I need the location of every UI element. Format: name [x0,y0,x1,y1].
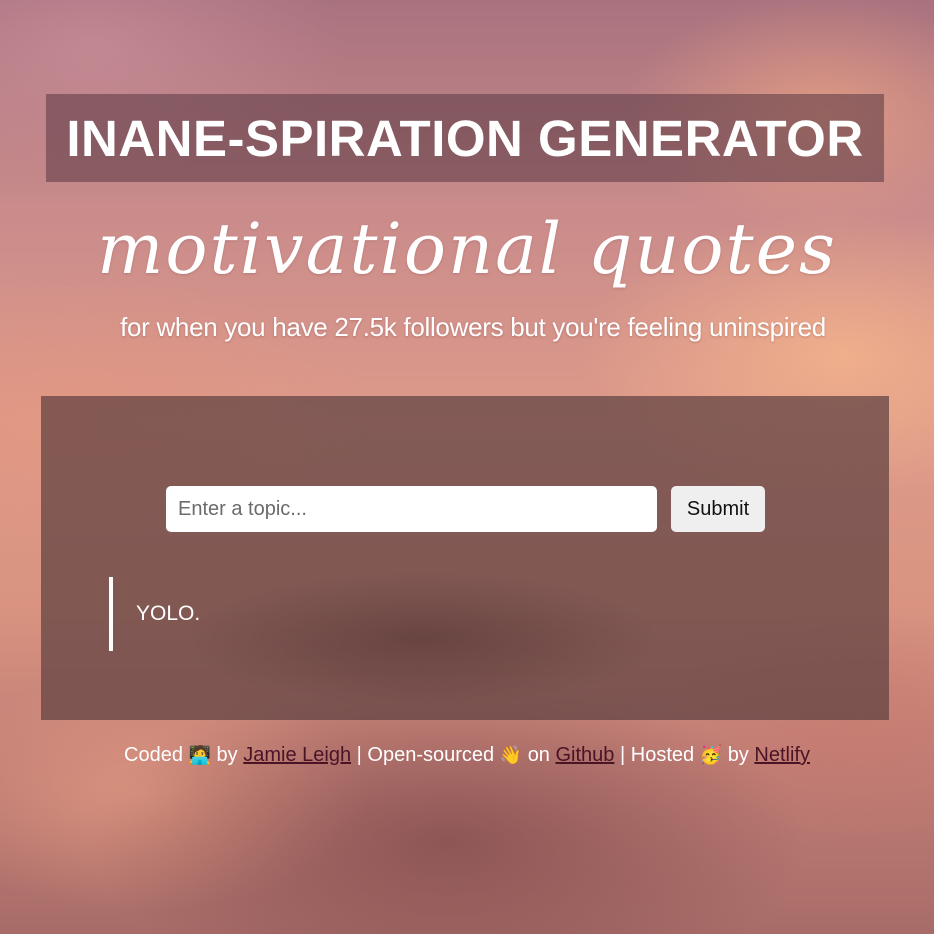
quote-block: YOLO. [109,577,200,651]
author-link[interactable]: Jamie Leigh [243,744,351,766]
footer-on-text: on [527,744,550,766]
footer-hosted-text: Hosted [630,744,695,766]
quote-text: YOLO. [136,602,201,625]
title-banner: INANE-SPIRATION GENERATOR [46,94,884,182]
footer-separator: | [356,744,362,766]
technologist-emoji-icon: 🧑‍💻 [188,745,211,765]
footer-by-text: by [216,744,238,766]
party-face-emoji-icon: 🥳 [699,745,723,765]
footer-separator: | [620,744,626,766]
footer-open-sourced-text: Open-sourced [367,744,495,766]
generator-panel: Submit YOLO. [41,396,889,720]
page-title: INANE-SPIRATION GENERATOR [66,109,864,167]
script-heading: motivational quotes [97,208,837,290]
waving-hand-emoji-icon: 👋 [499,745,523,765]
footer-by-text: by [727,744,749,766]
submit-button[interactable]: Submit [671,486,765,532]
netlify-link[interactable]: Netlify [754,744,810,766]
page-subtitle: for when you have 27.5k followers but yo… [120,312,826,342]
github-link[interactable]: Github [556,744,615,766]
topic-input[interactable] [166,486,657,532]
footer-coded-text: Coded [124,744,183,766]
footer: Coded 🧑‍💻 by Jamie Leigh | Open-sourced … [0,744,934,767]
